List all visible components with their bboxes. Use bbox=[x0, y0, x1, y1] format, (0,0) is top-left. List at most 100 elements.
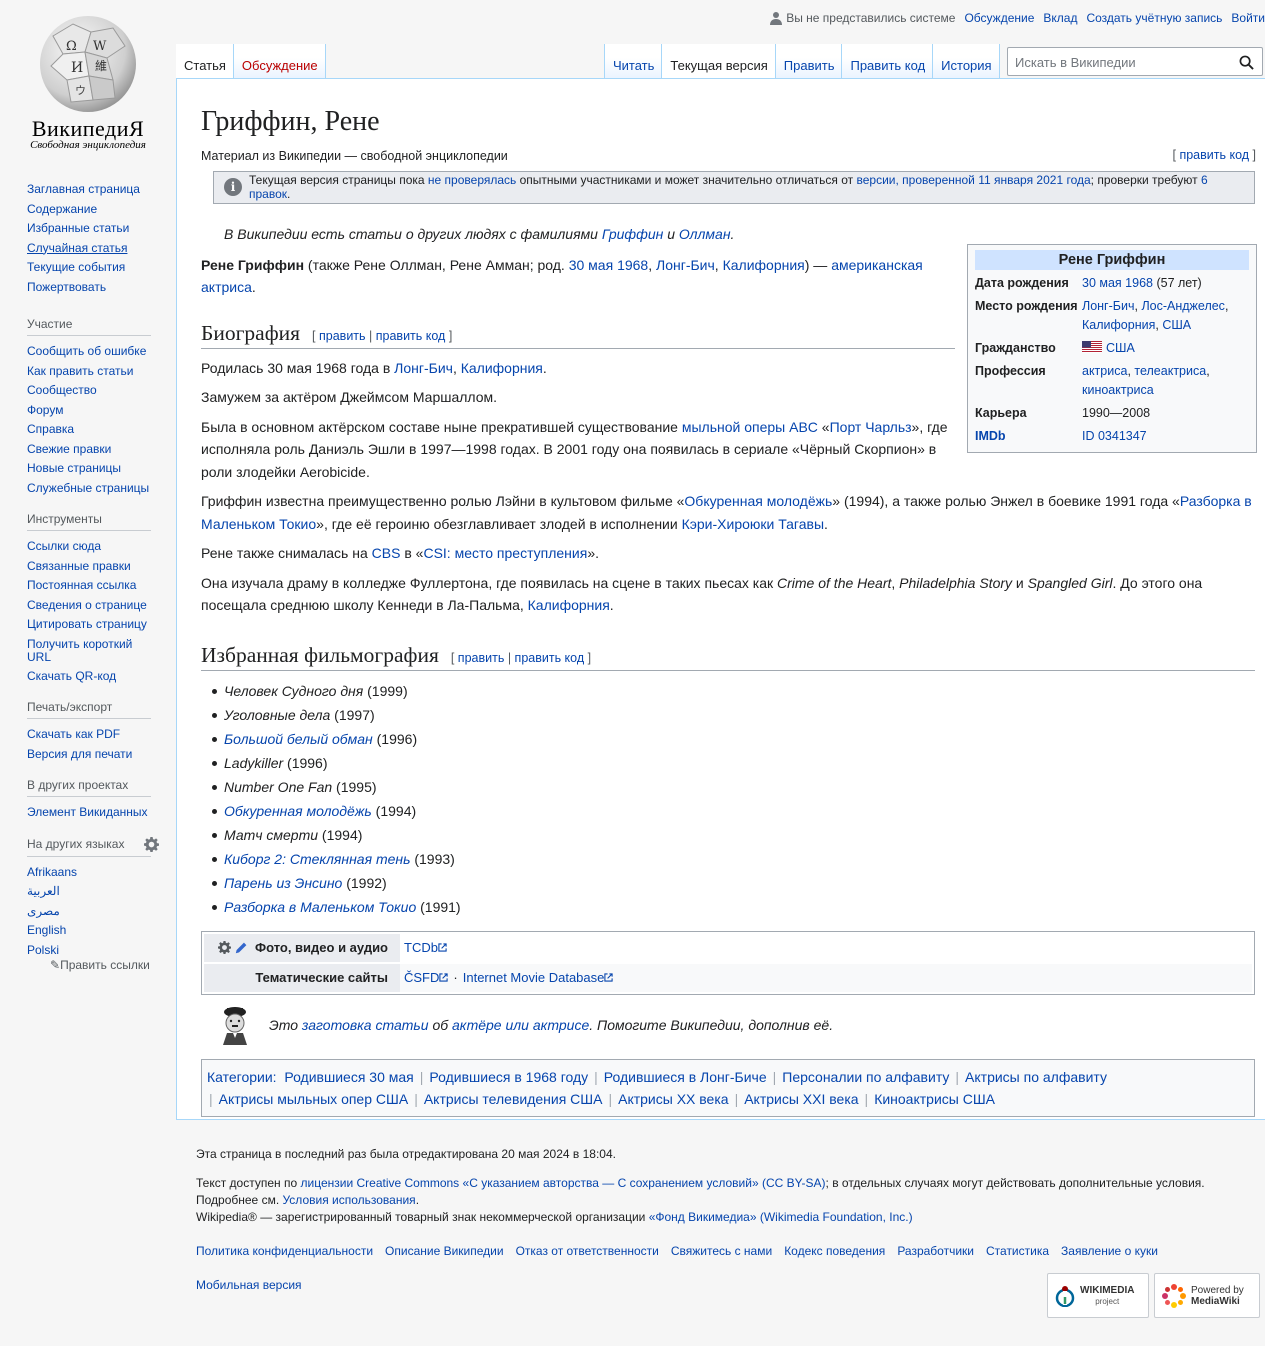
category-link[interactable]: Актрисы XX века bbox=[618, 1091, 728, 1107]
tab-edit[interactable]: Править bbox=[774, 44, 842, 79]
profession-link-2[interactable]: телеактриса bbox=[1134, 364, 1206, 378]
film-link[interactable]: Обкуренная молодёжь bbox=[224, 803, 372, 819]
birth-place-link-4[interactable]: США bbox=[1162, 318, 1191, 332]
sidebar-item-what-links-here[interactable]: Ссылки сюда bbox=[27, 539, 101, 553]
sidebar-item-help[interactable]: Справка bbox=[27, 422, 74, 436]
contributions-link[interactable]: Вклад bbox=[1043, 11, 1077, 25]
bio-link-port-charles[interactable]: Порт Чарльз bbox=[830, 419, 912, 435]
film-link[interactable]: Разборка в Маленьком Токио bbox=[224, 899, 416, 915]
sidebar-item-contents[interactable]: Содержание bbox=[27, 202, 97, 216]
category-link[interactable]: Актрисы по алфавиту bbox=[965, 1069, 1107, 1085]
terms-link[interactable]: Условия использования bbox=[282, 1193, 415, 1207]
category-link[interactable]: Актрисы XXI века bbox=[744, 1091, 858, 1107]
category-link[interactable]: Киноактрисы США bbox=[874, 1091, 995, 1107]
sidebar-item-how-to-edit[interactable]: Как править статьи bbox=[27, 364, 133, 378]
not-checked-link[interactable]: не проверялась bbox=[428, 173, 516, 187]
mobile-view-link[interactable]: Мобильная версия bbox=[196, 1278, 302, 1292]
sidebar-item-printable[interactable]: Версия для печати bbox=[27, 747, 132, 761]
film-link[interactable]: Большой белый обман bbox=[224, 731, 373, 747]
bio-link-california[interactable]: Калифорния bbox=[461, 360, 543, 376]
category-link[interactable]: Родившиеся в 1968 году bbox=[429, 1069, 588, 1085]
tab-current-version[interactable]: Текущая версия bbox=[661, 44, 775, 79]
bio-link-abc-soap[interactable]: мыльной оперы ABC bbox=[682, 419, 818, 435]
wikipedia-logo[interactable]: Ω W И 維 ウ ВикипедиЯ Свободная энциклопед… bbox=[0, 0, 176, 160]
tab-history[interactable]: История bbox=[932, 44, 1000, 79]
footer-link-privacy[interactable]: Политика конфиденциальности bbox=[196, 1244, 373, 1258]
imdb-site-link[interactable]: Internet Movie Database bbox=[463, 970, 605, 985]
bio-link-dazed[interactable]: Обкуренная молодёжь bbox=[684, 493, 832, 509]
top-edit-code-link[interactable]: править код bbox=[1179, 148, 1249, 162]
profession-link-1[interactable]: актриса bbox=[1082, 364, 1127, 378]
lead-link-california[interactable]: Калифорния bbox=[723, 257, 805, 273]
sidebar-item-wikidata[interactable]: Элемент Викиданных bbox=[27, 805, 148, 819]
tab-discussion[interactable]: Обсуждение bbox=[232, 44, 326, 79]
sidebar-item-main-page[interactable]: Заглавная страница bbox=[27, 182, 140, 196]
wikimedia-project-badge[interactable]: WIKIMEDIA project bbox=[1047, 1273, 1149, 1318]
sidebar-item-special-pages[interactable]: Служебные страницы bbox=[27, 481, 149, 495]
footer-link-disclaimer[interactable]: Отказ от ответственности bbox=[516, 1244, 659, 1258]
create-account-link[interactable]: Создать учётную запись bbox=[1086, 11, 1222, 25]
sidebar-item-related-changes[interactable]: Связанные правки bbox=[27, 559, 131, 573]
powered-by-mediawiki-badge[interactable]: Powered by MediaWiki bbox=[1154, 1273, 1260, 1318]
csfd-link[interactable]: ČSFD bbox=[404, 970, 439, 985]
lead-link-1968[interactable]: 1968 bbox=[617, 257, 648, 273]
tab-edit-source[interactable]: Править код bbox=[841, 44, 933, 79]
footer-link-contact[interactable]: Свяжитесь с нами bbox=[671, 1244, 772, 1258]
birth-place-link-3[interactable]: Калифорния bbox=[1082, 318, 1155, 332]
category-link[interactable]: Родившиеся 30 мая bbox=[284, 1069, 413, 1085]
tcdb-link[interactable]: TCDb bbox=[404, 940, 438, 955]
category-link[interactable]: Актрисы мыльных опер США bbox=[219, 1091, 409, 1107]
stub-link[interactable]: заготовка статьи bbox=[302, 1017, 429, 1033]
wikimedia-foundation-link[interactable]: «Фонд Викимедиа» (Wikimedia Foundation, … bbox=[649, 1210, 913, 1224]
lead-link-long-beach[interactable]: Лонг-Бич bbox=[656, 257, 715, 273]
categories-label[interactable]: Категории: bbox=[207, 1069, 277, 1085]
sidebar-item-permanent-link[interactable]: Постоянная ссылка bbox=[27, 578, 136, 592]
birth-place-link-1[interactable]: Лонг-Бич bbox=[1082, 299, 1134, 313]
sidebar-item-current-events[interactable]: Текущие события bbox=[27, 260, 125, 274]
lead-link-may30[interactable]: 30 мая bbox=[569, 257, 613, 273]
bio-link-tagawa[interactable]: Кэри-Хироюки Тагавы bbox=[682, 516, 824, 532]
section-edit-link[interactable]: править bbox=[458, 651, 505, 665]
sidebar-item-random[interactable]: Случайная статья bbox=[27, 241, 127, 255]
sidebar-item-short-url[interactable]: Получить короткий URL bbox=[27, 637, 132, 664]
sidebar-item-recent-changes[interactable]: Свежие правки bbox=[27, 442, 111, 456]
sidebar-item-featured[interactable]: Избранные статьи bbox=[27, 221, 129, 235]
checked-version-link[interactable]: версии, проверенной 11 января 2021 года bbox=[856, 173, 1090, 187]
film-link[interactable]: Парень из Энсино bbox=[224, 875, 342, 891]
login-link[interactable]: Войти bbox=[1231, 11, 1265, 25]
section-edit-link[interactable]: править bbox=[319, 329, 366, 343]
bio-link-long-beach[interactable]: Лонг-Бич bbox=[394, 360, 453, 376]
footer-link-developers[interactable]: Разработчики bbox=[897, 1244, 974, 1258]
actor-stub-link[interactable]: актёре или актрисе bbox=[452, 1017, 589, 1033]
tab-article[interactable]: Статья bbox=[176, 44, 233, 79]
birth-date-link[interactable]: 30 мая 1968 bbox=[1082, 276, 1153, 290]
bio-link-california-2[interactable]: Калифорния bbox=[528, 597, 610, 613]
section-edit-code-link[interactable]: править код bbox=[376, 329, 446, 343]
imdb-id-link[interactable]: ID 0341347 bbox=[1082, 429, 1147, 443]
sidebar-item-report-error[interactable]: Сообщить об ошибке bbox=[27, 344, 146, 358]
sidebar-item-forum[interactable]: Форум bbox=[27, 403, 63, 417]
footer-link-code-of-conduct[interactable]: Кодекс поведения bbox=[784, 1244, 885, 1258]
citizenship-link[interactable]: США bbox=[1106, 341, 1135, 355]
gear-icon[interactable] bbox=[144, 836, 159, 852]
lang-english[interactable]: English bbox=[27, 923, 66, 937]
sidebar-item-community[interactable]: Сообщество bbox=[27, 383, 97, 397]
lang-afrikaans[interactable]: Afrikaans bbox=[27, 865, 77, 879]
profession-link-3[interactable]: киноактриса bbox=[1082, 383, 1154, 397]
tab-read[interactable]: Читать bbox=[604, 44, 662, 79]
talk-link[interactable]: Обсуждение bbox=[964, 11, 1034, 25]
footer-link-statistics[interactable]: Статистика bbox=[986, 1244, 1049, 1258]
hatnote-link-griffin[interactable]: Гриффин bbox=[602, 226, 663, 242]
sidebar-item-page-info[interactable]: Сведения о странице bbox=[27, 598, 147, 612]
bio-link-cbs[interactable]: CBS bbox=[372, 545, 401, 561]
lang-arabic[interactable]: العربية bbox=[27, 884, 60, 898]
category-link[interactable]: Родившиеся в Лонг-Биче bbox=[604, 1069, 767, 1085]
section-edit-code-link[interactable]: править код bbox=[515, 651, 585, 665]
lang-egyptian-arabic[interactable]: مصرى bbox=[27, 904, 60, 918]
pencil-icon[interactable] bbox=[235, 941, 248, 954]
sidebar-item-qr-code[interactable]: Скачать QR-код bbox=[27, 669, 116, 683]
category-link[interactable]: Актрисы телевидения США bbox=[424, 1091, 603, 1107]
film-link[interactable]: Киборг 2: Стеклянная тень bbox=[224, 851, 410, 867]
gear-icon[interactable] bbox=[218, 941, 231, 955]
footer-link-cookies[interactable]: Заявление о куки bbox=[1061, 1244, 1158, 1258]
